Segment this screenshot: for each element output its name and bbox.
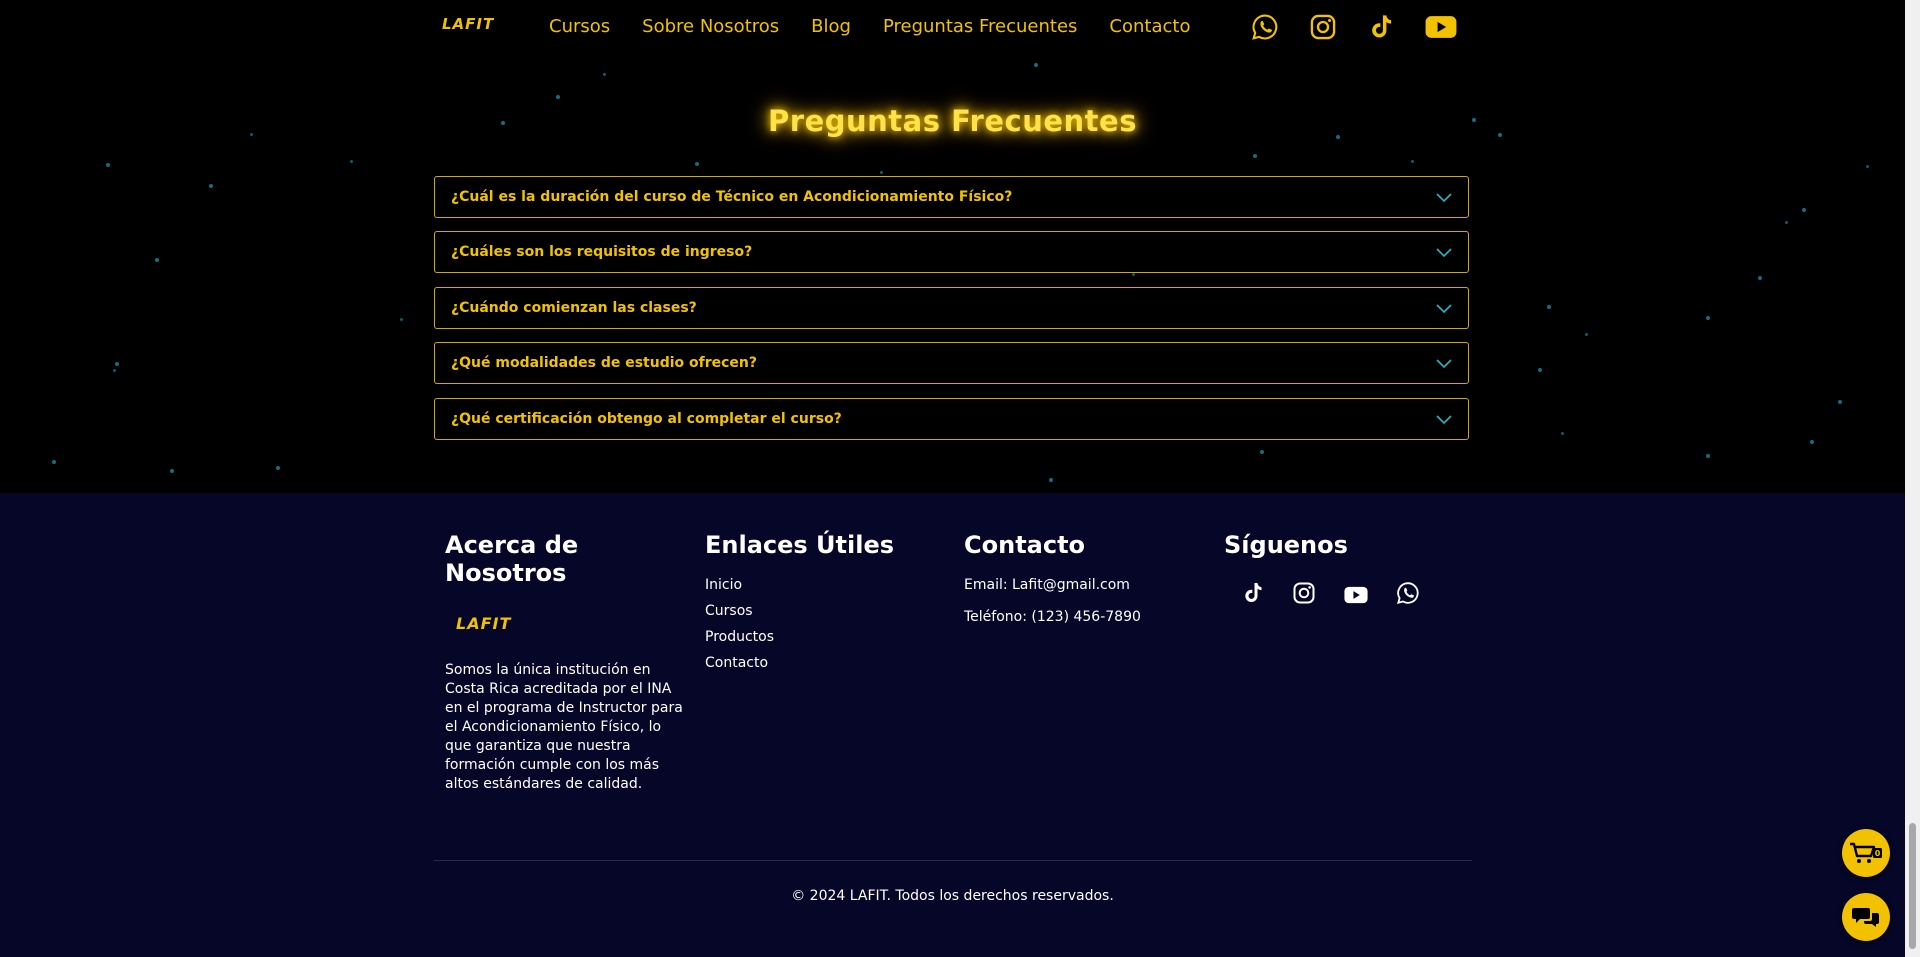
svg-text:0: 0: [1875, 849, 1881, 858]
footer-logo: LAFIT: [456, 614, 512, 633]
hero-section: LAFIT Cursos Sobre Nosotros Blog Pregunt…: [0, 0, 1905, 493]
instagram-icon[interactable]: [1292, 581, 1316, 605]
star: [1802, 208, 1806, 212]
footer-email: Email: Lafit@gmail.com: [964, 577, 1130, 593]
chevron-down-icon: [1436, 304, 1452, 314]
star: [209, 184, 213, 188]
tiktok-icon[interactable]: [1366, 12, 1394, 42]
star: [106, 163, 110, 167]
footer-phone: Teléfono: (123) 456-7890: [964, 609, 1141, 625]
nav-link-preguntas-frecuentes[interactable]: Preguntas Frecuentes: [883, 16, 1077, 37]
star: [1585, 333, 1588, 336]
star: [1706, 454, 1710, 458]
star: [115, 362, 119, 366]
star: [1132, 273, 1135, 276]
chat-button[interactable]: [1842, 893, 1890, 941]
chat-icon: [1852, 908, 1879, 927]
faq-question: ¿Qué modalidades de estudio ofrecen?: [451, 355, 758, 371]
nav-link-blog[interactable]: Blog: [811, 16, 851, 37]
star: [155, 258, 159, 262]
star: [1538, 368, 1542, 372]
star: [1706, 316, 1710, 320]
tiktok-icon[interactable]: [1240, 581, 1264, 605]
star: [695, 162, 699, 166]
star: [276, 466, 280, 470]
nav-link-contacto[interactable]: Contacto: [1109, 16, 1190, 37]
faq-item[interactable]: ¿Cuándo comienzan las clases?: [434, 287, 1469, 329]
instagram-icon[interactable]: [1309, 13, 1337, 41]
scrollbar-thumb[interactable]: [1909, 823, 1916, 949]
star: [350, 160, 353, 163]
star: [1758, 276, 1762, 280]
star: [113, 369, 116, 372]
star: [880, 171, 883, 174]
youtube-icon[interactable]: [1344, 583, 1368, 607]
star: [1411, 160, 1414, 163]
copyright: © 2024 LAFIT. Todos los derechos reserva…: [791, 888, 1114, 904]
star: [400, 318, 403, 321]
faq-item[interactable]: ¿Cuál es la duración del curso de Técnic…: [434, 176, 1469, 218]
star: [556, 95, 560, 99]
star: [1034, 63, 1038, 67]
chevron-down-icon: [1436, 415, 1452, 425]
star: [1561, 432, 1564, 435]
footer-follow-title: Síguenos: [1224, 531, 1348, 559]
nav-link-cursos[interactable]: Cursos: [549, 16, 610, 37]
star: [1838, 400, 1842, 404]
star: [1260, 450, 1264, 454]
top-navbar: LAFIT Cursos Sobre Nosotros Blog Pregunt…: [0, 0, 1905, 56]
star: [1547, 305, 1551, 309]
footer-about-title: Acerca de Nosotros: [445, 531, 579, 587]
star: [52, 460, 56, 464]
footer-divider: [434, 860, 1472, 861]
faq-item[interactable]: ¿Qué modalidades de estudio ofrecen?: [434, 342, 1469, 384]
star: [1810, 440, 1814, 444]
star: [1785, 221, 1788, 224]
footer-link-productos[interactable]: Productos: [705, 629, 774, 645]
chevron-down-icon: [1436, 359, 1452, 369]
faq-question: ¿Cuál es la duración del curso de Técnic…: [451, 189, 1013, 205]
footer-contact-title: Contacto: [964, 531, 1086, 559]
chevron-down-icon: [1436, 248, 1452, 258]
footer-links-title: Enlaces Útiles: [705, 531, 895, 559]
nav-link-sobre-nosotros[interactable]: Sobre Nosotros: [642, 16, 779, 37]
star: [170, 469, 174, 473]
faq-question: ¿Qué certificación obtengo al completar …: [451, 411, 842, 427]
cart-icon: 0: [1850, 842, 1882, 863]
star: [1253, 154, 1257, 158]
star: [1866, 165, 1869, 168]
faq-question: ¿Cuáles son los requisitos de ingreso?: [451, 244, 753, 260]
page-scrollbar[interactable]: [1905, 0, 1920, 957]
cart-button[interactable]: 0: [1842, 829, 1890, 877]
star: [603, 73, 606, 76]
chevron-down-icon: [1436, 193, 1452, 203]
faq-question: ¿Cuándo comienzan las clases?: [451, 300, 697, 316]
youtube-icon[interactable]: [1425, 14, 1457, 40]
logo[interactable]: LAFIT: [442, 15, 494, 33]
faq-item[interactable]: ¿Qué certificación obtengo al completar …: [434, 398, 1469, 440]
footer-about-text: Somos la única institución en Costa Rica…: [445, 662, 683, 792]
whatsapp-icon[interactable]: [1396, 581, 1420, 605]
faq-title: Preguntas Frecuentes: [768, 104, 1137, 138]
faq-item[interactable]: ¿Cuáles son los requisitos de ingreso?: [434, 231, 1469, 273]
footer-link-contacto[interactable]: Contacto: [705, 655, 768, 671]
footer-link-inicio[interactable]: Inicio: [705, 577, 742, 593]
footer-link-cursos[interactable]: Cursos: [705, 603, 753, 619]
nav-links: Cursos Sobre Nosotros Blog Preguntas Fre…: [549, 16, 1222, 37]
whatsapp-icon[interactable]: [1251, 13, 1279, 41]
star: [1049, 478, 1053, 482]
